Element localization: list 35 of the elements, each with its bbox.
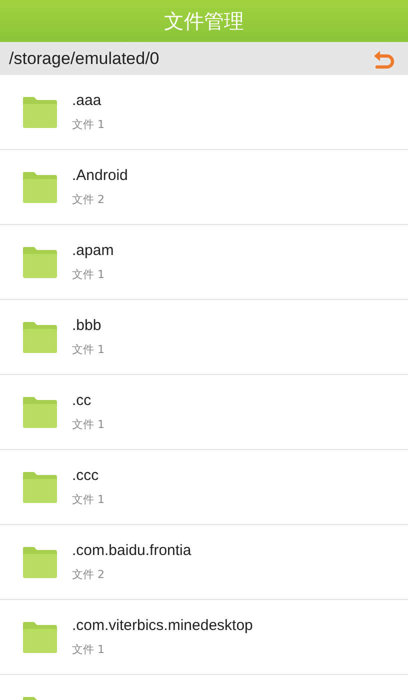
path-text: /storage/emulated/0: [9, 48, 160, 68]
folder-row[interactable]: .Android 文件 2: [0, 150, 408, 225]
folder-name: .apam: [72, 242, 114, 259]
folder-row[interactable]: .com.viterbics.minedesktop 文件 1: [0, 600, 408, 675]
folder-icon: [22, 320, 58, 354]
folder-icon: [22, 170, 58, 204]
file-count: 文件 1: [72, 492, 104, 507]
folder-name: .bbb: [72, 317, 102, 334]
back-icon[interactable]: [372, 48, 396, 68]
folder-icon: [22, 95, 58, 129]
folder-icon: [22, 470, 58, 504]
folder-row[interactable]: .aaa 文件 1: [0, 75, 408, 150]
window-title: 文件管理: [164, 8, 244, 34]
file-count: 文件 1: [72, 417, 104, 432]
folder-icon: [22, 245, 58, 279]
folder-icon: [22, 395, 58, 429]
folder-name: .com.viterbics.minedesktop: [72, 617, 253, 634]
file-count: 文件 1: [72, 342, 104, 357]
folder-row[interactable]: .apam 文件 1: [0, 225, 408, 300]
file-count: 文件 1: [72, 267, 106, 282]
file-count: 文件 2: [72, 192, 106, 207]
folder-row[interactable]: .cc 文件 1: [0, 375, 408, 450]
folder-icon: [22, 545, 58, 579]
file-count: 文件 2: [72, 567, 106, 582]
file-count: 文件 1: [72, 642, 106, 657]
folder-name: .ccc: [72, 467, 100, 484]
folder-row[interactable]: .ccc 文件 1: [0, 450, 408, 525]
folder-row[interactable]: .com.baidu.frontia 文件 2: [0, 525, 408, 600]
folder-name: .Android: [72, 167, 128, 184]
folder-name: .cc: [72, 392, 92, 409]
file-count: 文件 1: [72, 117, 104, 132]
folder-name: .aaa: [72, 92, 102, 109]
folder-row[interactable]: .bbb 文件 1: [0, 300, 408, 375]
folder-icon: [22, 620, 58, 654]
folder-name: .com.baidu.frontia: [72, 542, 192, 559]
